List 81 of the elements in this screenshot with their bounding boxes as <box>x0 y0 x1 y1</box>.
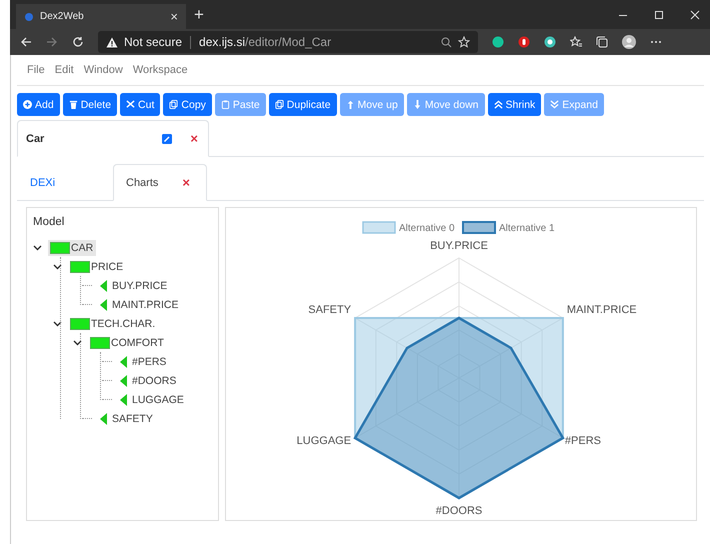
chevron-icon[interactable] <box>33 243 42 252</box>
trash-icon <box>68 100 78 109</box>
menu-item[interactable]: Window <box>84 64 123 76</box>
tree-node[interactable]: SAFETY <box>98 410 156 426</box>
close-button[interactable]: × <box>190 131 198 146</box>
chevrons-down-icon <box>550 100 560 109</box>
toolbar-button[interactable]: Duplicate <box>268 93 337 116</box>
clipboard-icon <box>220 100 230 109</box>
panel-title: Model <box>33 216 66 228</box>
app-logo-icon <box>24 12 34 22</box>
maximize-icon[interactable] <box>654 10 664 20</box>
security-label: Not secure <box>124 35 182 49</box>
axis-label: LUGGAGE <box>296 435 352 447</box>
view-tab[interactable]: Charts × <box>113 164 207 201</box>
tree-node[interactable]: #DOORS <box>118 372 180 388</box>
extension-icon[interactable] <box>518 36 530 48</box>
more-icon[interactable] <box>650 40 662 44</box>
close-icon[interactable] <box>690 10 700 20</box>
document-tab-title[interactable]: Car <box>26 132 144 144</box>
copy-icon <box>169 100 178 109</box>
favorites-icon[interactable] <box>570 36 582 48</box>
attribute-icon <box>100 280 107 292</box>
aggregate-icon <box>50 242 70 254</box>
axis-label: MAINT.PRICE <box>566 304 637 316</box>
tree-node[interactable]: MAINT.PRICE <box>98 296 182 312</box>
browser-tab[interactable]: Dex2Web × <box>16 4 186 29</box>
attribute-icon <box>100 298 107 310</box>
tab-title: Dex2Web <box>40 11 85 22</box>
menu-item[interactable]: Workspace <box>132 64 188 76</box>
attribute-icon <box>120 356 127 368</box>
url-text: dex.ijs.si/editor/Mod_Car <box>199 35 332 49</box>
extension-icon[interactable] <box>492 36 504 48</box>
attribute-icon <box>120 374 127 386</box>
star-icon[interactable] <box>458 36 470 48</box>
toolbar-button[interactable]: Shrink <box>488 93 542 116</box>
legend-item[interactable]: Alternative 1 <box>462 221 555 234</box>
cut-icon <box>126 100 136 109</box>
back-icon[interactable] <box>20 36 32 48</box>
legend-item[interactable]: Alternative 0 <box>362 221 455 234</box>
tree-node[interactable]: LUGGAGE <box>118 392 187 408</box>
add-icon <box>23 100 32 109</box>
axis-label: BUY.PRICE <box>430 240 488 252</box>
toolbar-button[interactable]: Delete <box>62 93 118 116</box>
aggregate-icon <box>70 318 90 330</box>
collections-icon[interactable] <box>596 36 608 48</box>
edit-icon[interactable] <box>162 134 172 144</box>
chevron-icon[interactable] <box>73 338 82 347</box>
chevron-icon[interactable] <box>53 262 62 271</box>
aggregate-icon <box>90 336 110 348</box>
toolbar-button[interactable]: Copy <box>163 93 212 116</box>
extension-icon[interactable] <box>544 36 556 48</box>
reload-icon[interactable] <box>72 36 84 48</box>
toolbar-button[interactable]: Add <box>17 93 60 116</box>
zoom-icon[interactable] <box>441 36 452 48</box>
chevrons-up-icon <box>494 100 503 109</box>
attribute-icon <box>100 412 107 424</box>
warning-icon <box>106 36 118 48</box>
tree-node[interactable]: BUY.PRICE <box>98 278 170 294</box>
new-tab-button[interactable]: + <box>194 5 204 25</box>
tree-node[interactable]: TECH.CHAR. <box>68 316 158 332</box>
view-tab[interactable]: DEXi <box>17 164 113 201</box>
tree-node[interactable]: #PERS <box>118 354 170 370</box>
menu-item[interactable]: Edit <box>54 64 74 76</box>
chevron-icon[interactable] <box>53 319 62 328</box>
tree-node[interactable]: CAR <box>48 240 96 256</box>
profile-avatar-icon[interactable] <box>622 35 636 49</box>
toolbar-button[interactable]: Cut <box>120 93 160 116</box>
close-tab-button[interactable]: × <box>170 9 178 24</box>
axis-label: #PERS <box>564 435 601 447</box>
tree-node[interactable]: PRICE <box>68 258 126 274</box>
menu-item[interactable]: File <box>27 64 45 76</box>
aggregate-icon <box>70 260 90 272</box>
forward-icon[interactable] <box>46 36 58 48</box>
arrow-up-icon <box>346 100 355 109</box>
address-bar[interactable]: Not secure dex.ijs.si/editor/Mod_Car <box>98 31 478 53</box>
tree-node[interactable]: COMFORT <box>88 334 167 350</box>
arrow-down-icon <box>412 100 422 109</box>
attribute-icon <box>120 394 127 406</box>
axis-label: SAFETY <box>308 304 352 316</box>
copy-icon <box>274 100 284 109</box>
axis-label: #DOORS <box>436 505 482 517</box>
